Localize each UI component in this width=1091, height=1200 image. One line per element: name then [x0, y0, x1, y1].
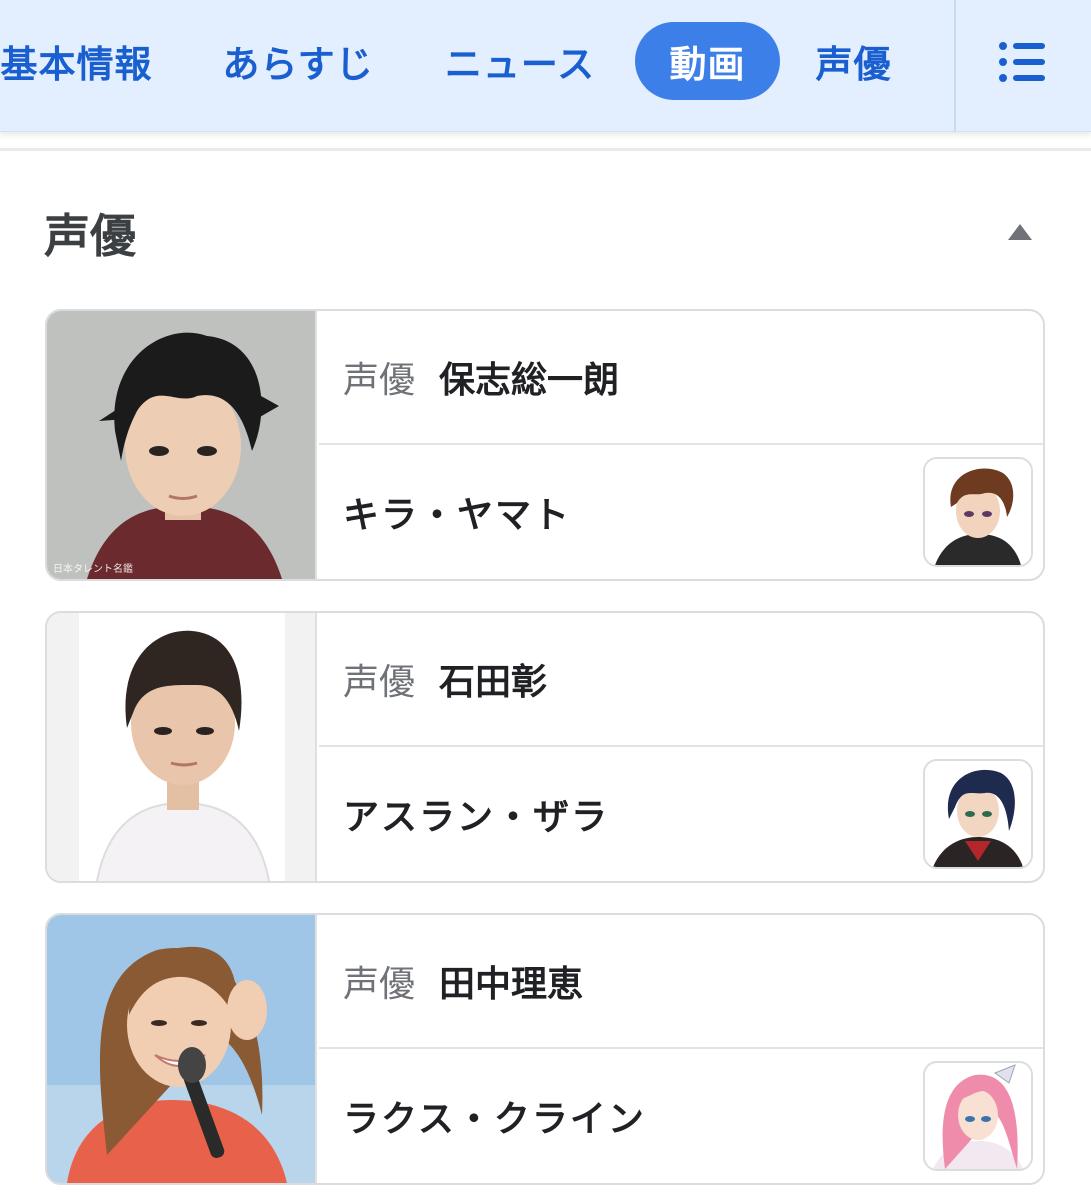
actor-name[interactable]: 保志総一朗: [439, 351, 619, 403]
character-thumbnail[interactable]: [923, 457, 1033, 567]
cast-card[interactable]: 声優 石田彰 アスラン・ザラ: [45, 611, 1045, 883]
actor-photo[interactable]: 日本タレント名鑑: [47, 311, 317, 579]
actor-name[interactable]: 田中理恵: [439, 955, 583, 1007]
divider: [0, 148, 1091, 151]
character-name[interactable]: ラクス・クライン: [343, 1090, 646, 1142]
tab-bar: 基本情報 あらすじ ニュース 動画 声優: [0, 0, 1091, 132]
character-thumbnail[interactable]: [923, 759, 1033, 869]
photo-credit: 日本タレント名鑑: [53, 564, 133, 575]
triangle-up-icon[interactable]: [1006, 222, 1034, 242]
character-row[interactable]: キラ・ヤマト: [319, 445, 1043, 579]
list-menu-icon[interactable]: [995, 38, 1051, 84]
section-title: 声優: [44, 209, 136, 263]
actor-row[interactable]: 声優 保志総一朗: [319, 311, 1043, 445]
actor-photo[interactable]: [47, 613, 317, 881]
cast-card[interactable]: 声優 田中理恵 ラクス・クライン: [45, 913, 1045, 1185]
tab-videos[interactable]: 動画: [635, 22, 780, 100]
character-thumbnail[interactable]: [923, 1061, 1033, 1171]
role-label: 声優: [343, 662, 416, 703]
character-row[interactable]: ラクス・クライン: [319, 1049, 1043, 1183]
character-name[interactable]: アスラン・ザラ: [343, 788, 609, 840]
role-label: 声優: [343, 360, 416, 401]
tab-voice-actors[interactable]: 声優: [806, 22, 901, 100]
actor-name[interactable]: 石田彰: [439, 653, 547, 705]
tab-synopsis[interactable]: あらすじ: [218, 22, 378, 100]
tab-basic-info[interactable]: 基本情報: [0, 22, 159, 100]
actor-row[interactable]: 声優 石田彰: [319, 613, 1043, 747]
tab-news[interactable]: ニュース: [440, 22, 600, 100]
role-label: 声優: [343, 964, 416, 1005]
actor-photo[interactable]: [47, 915, 317, 1183]
character-row[interactable]: アスラン・ザラ: [319, 747, 1043, 881]
character-name[interactable]: キラ・ヤマト: [343, 486, 571, 538]
actor-row[interactable]: 声優 田中理恵: [319, 915, 1043, 1049]
tab-divider: [954, 0, 956, 132]
cast-card[interactable]: 日本タレント名鑑 声優 保志総一朗 キラ・ヤマト: [45, 309, 1045, 581]
